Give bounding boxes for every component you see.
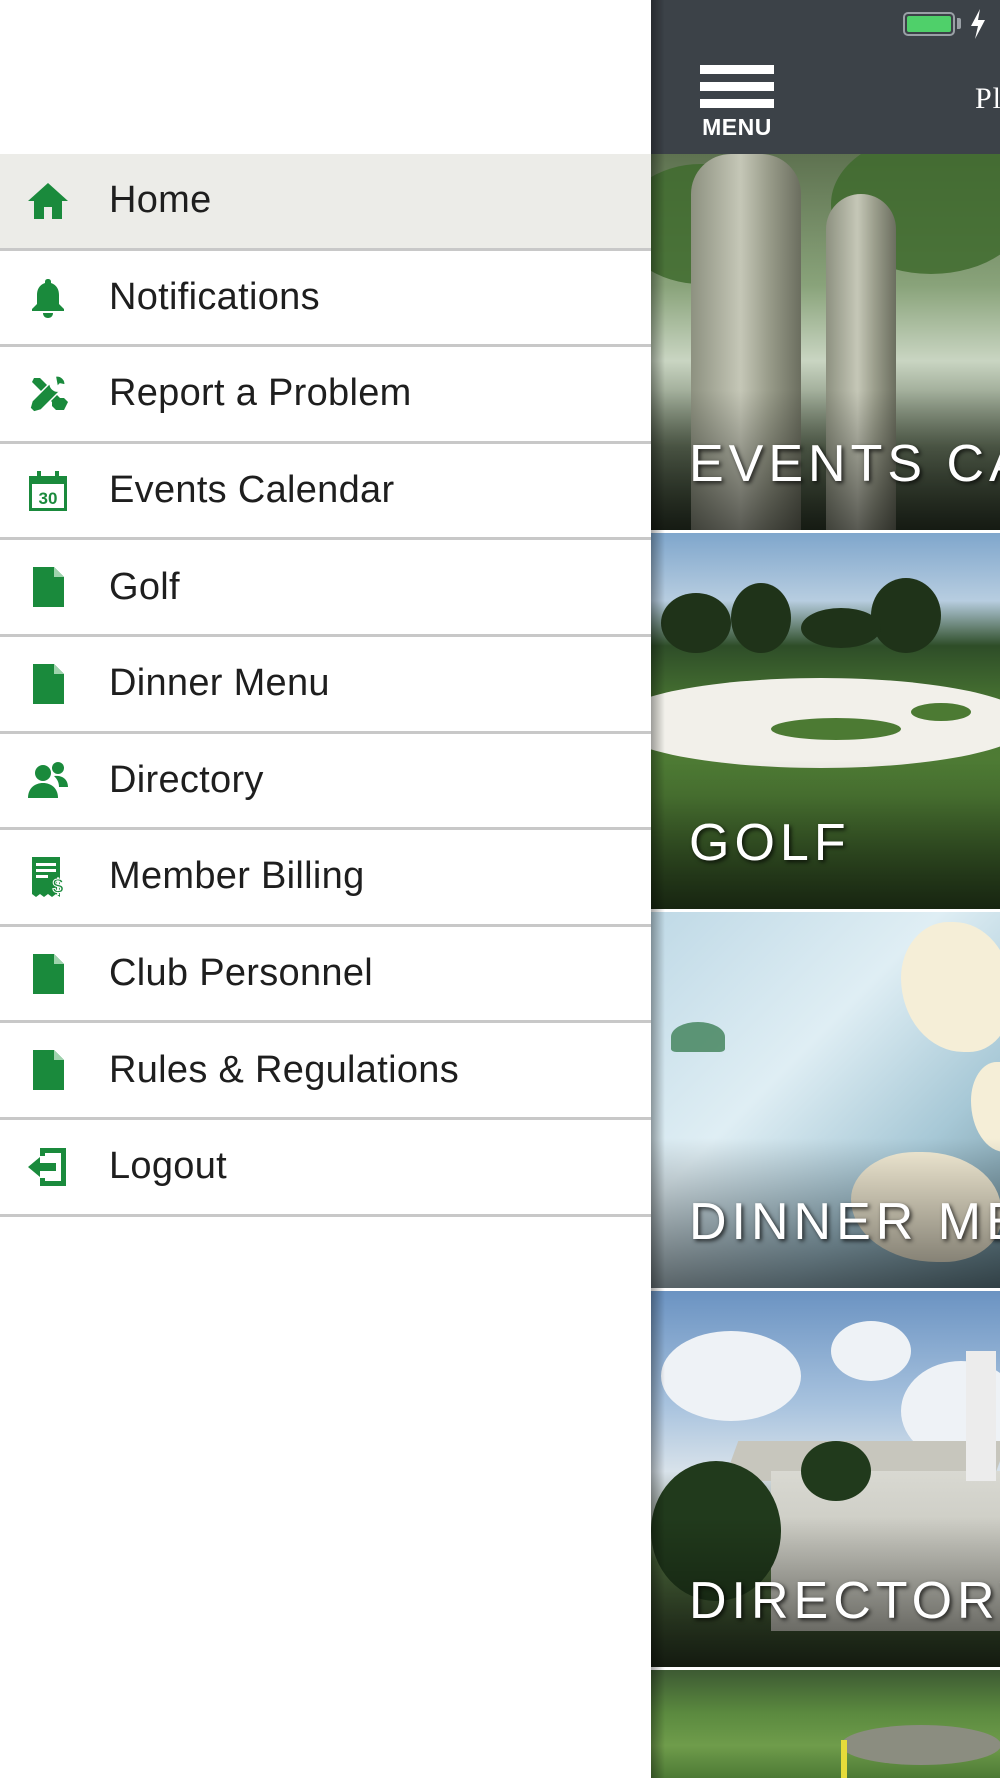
cloud-image <box>831 1321 911 1381</box>
top-bar: MENU Pl <box>651 0 1000 154</box>
tools-icon <box>24 370 72 418</box>
battery-tip <box>957 18 961 29</box>
menu-item-rules-regulations[interactable]: Rules & Regulations <box>0 1023 651 1120</box>
billing-icon: $ <box>24 853 72 901</box>
main-panel: MENU Pl EVENTS CA GOLF DINNER ME DIRECTO… <box>651 0 1000 1778</box>
charging-bolt-icon <box>971 9 985 39</box>
menu-item-label: Member Billing <box>109 855 365 898</box>
menu-item-label: Logout <box>109 1145 228 1188</box>
cloud-image <box>661 1331 801 1421</box>
calendar-icon-day: 30 <box>39 489 58 508</box>
palm-tree-image <box>801 1441 871 1501</box>
menu-item-dinner-menu[interactable]: Dinner Menu <box>0 637 651 734</box>
navigation-drawer: Home Notifications Report a Problem 30 E… <box>0 0 651 1778</box>
menu-item-label: Club Personnel <box>109 952 374 995</box>
svg-text:$: $ <box>52 876 63 898</box>
tile-dinner-menu[interactable]: DINNER ME <box>651 912 1000 1288</box>
menu-item-directory[interactable]: Directory <box>0 734 651 831</box>
grass-island-image <box>911 703 971 721</box>
menu-item-label: Report a Problem <box>109 372 412 415</box>
tile-label: EVENTS CA <box>689 435 1000 493</box>
tile-directory[interactable]: DIRECTORY <box>651 1291 1000 1667</box>
tree-image <box>871 578 941 653</box>
menu-item-label: Golf <box>109 565 180 608</box>
people-icon <box>24 756 72 804</box>
bell-icon <box>24 273 72 321</box>
tile-label: DIRECTORY <box>689 1572 1000 1630</box>
menu-item-notifications[interactable]: Notifications <box>0 251 651 348</box>
tree-image <box>661 593 731 653</box>
menu-list: Home Notifications Report a Problem 30 E… <box>0 154 651 1217</box>
cart-path-image <box>841 1725 1000 1765</box>
calendar-icon: 30 <box>24 467 72 515</box>
hamburger-line <box>700 99 774 108</box>
menu-item-logout[interactable]: Logout <box>0 1120 651 1217</box>
home-icon <box>24 177 72 225</box>
menu-item-home[interactable]: Home <box>0 154 651 251</box>
document-icon <box>24 1046 72 1094</box>
menu-item-events-calendar[interactable]: 30 Events Calendar <box>0 444 651 541</box>
menu-item-label: Rules & Regulations <box>109 1048 460 1091</box>
battery-icon <box>903 12 955 36</box>
chimney-image <box>966 1351 996 1481</box>
menu-item-label: Home <box>109 179 212 222</box>
menu-item-label: Events Calendar <box>109 469 395 512</box>
document-icon <box>24 660 72 708</box>
menu-item-label: Directory <box>109 758 264 801</box>
tile-events-calendar[interactable]: EVENTS CA <box>651 154 1000 530</box>
header-title: Pl <box>975 82 1000 115</box>
food-image <box>901 922 1000 1052</box>
tile-golf[interactable]: GOLF <box>651 533 1000 909</box>
document-icon <box>24 950 72 998</box>
tile-label: DINNER ME <box>689 1193 1000 1251</box>
tile-partial[interactable] <box>651 1670 1000 1778</box>
menu-item-label: Dinner Menu <box>109 662 330 705</box>
document-icon <box>24 563 72 611</box>
tree-image <box>731 583 791 653</box>
menu-item-member-billing[interactable]: $ Member Billing <box>0 830 651 927</box>
menu-item-golf[interactable]: Golf <box>0 540 651 637</box>
menu-button[interactable]: MENU <box>699 64 775 144</box>
flag-image <box>841 1740 847 1778</box>
tree-image <box>801 608 881 648</box>
battery-fill <box>907 16 951 32</box>
menu-button-label: MENU <box>702 114 772 140</box>
menu-item-report-a-problem[interactable]: Report a Problem <box>0 347 651 444</box>
menu-item-label: Notifications <box>109 275 320 318</box>
club-logo-image <box>671 1022 725 1052</box>
hamburger-line <box>700 82 774 91</box>
hamburger-icon <box>700 65 774 74</box>
menu-item-club-personnel[interactable]: Club Personnel <box>0 927 651 1024</box>
grass-island-image <box>771 718 901 740</box>
logout-icon <box>24 1143 72 1191</box>
tile-label: GOLF <box>689 814 851 872</box>
